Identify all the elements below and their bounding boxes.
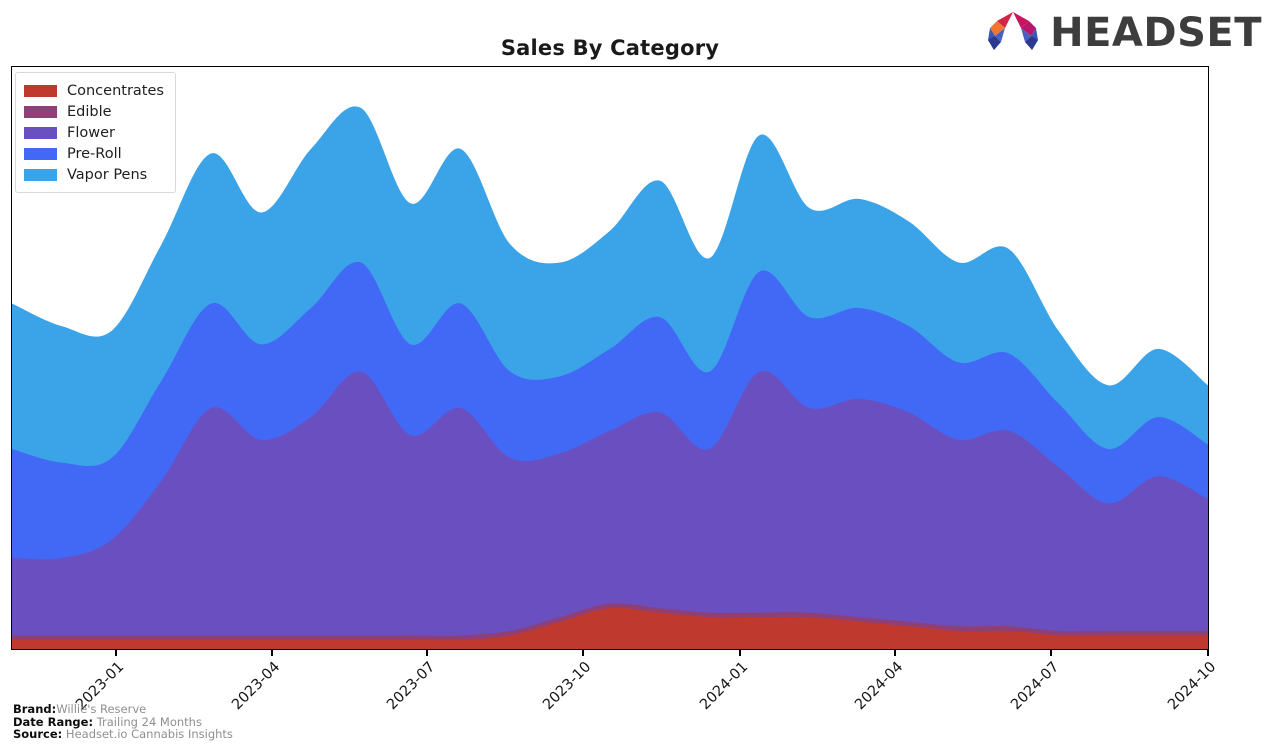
legend-swatch-pre-roll [24,147,57,160]
headset-logo-text: HEADSET [1050,10,1262,56]
legend-item-edible[interactable]: Edible [24,101,164,122]
footer-row-source: Source: Headset.io Cannabis Insights [13,728,233,741]
chart-page: Sales By Category HEADSET Concentrates E… [0,0,1276,747]
x-tick-label: 2024-01 [697,659,752,714]
legend-label-concentrates: Concentrates [67,82,164,99]
x-tick-label: 2023-10 [540,659,595,714]
chart-legend: Concentrates Edible Flower Pre-Roll Vapo… [15,72,176,193]
legend-item-flower[interactable]: Flower [24,122,164,143]
legend-label-edible: Edible [67,103,112,120]
x-tick-label: 2023-07 [384,659,439,714]
x-axis: 2023-01 2023-04 2023-07 2023-10 2024-01 2024-… [11,650,1219,713]
x-tick-mark [426,650,428,656]
x-tick-label: 2024-07 [1008,659,1063,714]
legend-swatch-flower [24,126,57,139]
area-series-group [12,106,1208,649]
headset-logo: HEADSET [984,10,1262,56]
footer-key-source: Source: [13,727,63,742]
legend-item-pre-roll[interactable]: Pre-Roll [24,143,164,164]
footer-value-source: Headset.io Cannabis Insights [62,727,233,742]
legend-label-pre-roll: Pre-Roll [67,145,122,162]
chart-footer: Brand:Willie's Reserve Date Range: Trail… [13,703,233,741]
chart-plot-area: Concentrates Edible Flower Pre-Roll Vapo… [11,66,1209,650]
x-tick-label: 2024-04 [852,659,907,714]
x-tick-mark [1207,650,1209,656]
stacked-area-svg [12,106,1208,649]
x-tick-mark [582,650,584,656]
x-tick-mark [894,650,896,656]
x-tick-label: 2023-04 [229,659,284,714]
legend-swatch-concentrates [24,84,57,97]
x-tick-mark [271,650,273,656]
legend-label-flower: Flower [67,124,115,141]
legend-item-vapor-pens[interactable]: Vapor Pens [24,164,164,185]
x-tick-mark [1050,650,1052,656]
legend-label-vapor-pens: Vapor Pens [67,166,148,183]
headset-logo-icon [988,12,1039,50]
legend-swatch-vapor-pens [24,168,57,181]
x-tick-mark [739,650,741,656]
x-tick-label: 2024-10 [1165,659,1220,714]
x-tick-mark [115,650,117,656]
legend-swatch-edible [24,105,57,118]
legend-item-concentrates[interactable]: Concentrates [24,80,164,101]
